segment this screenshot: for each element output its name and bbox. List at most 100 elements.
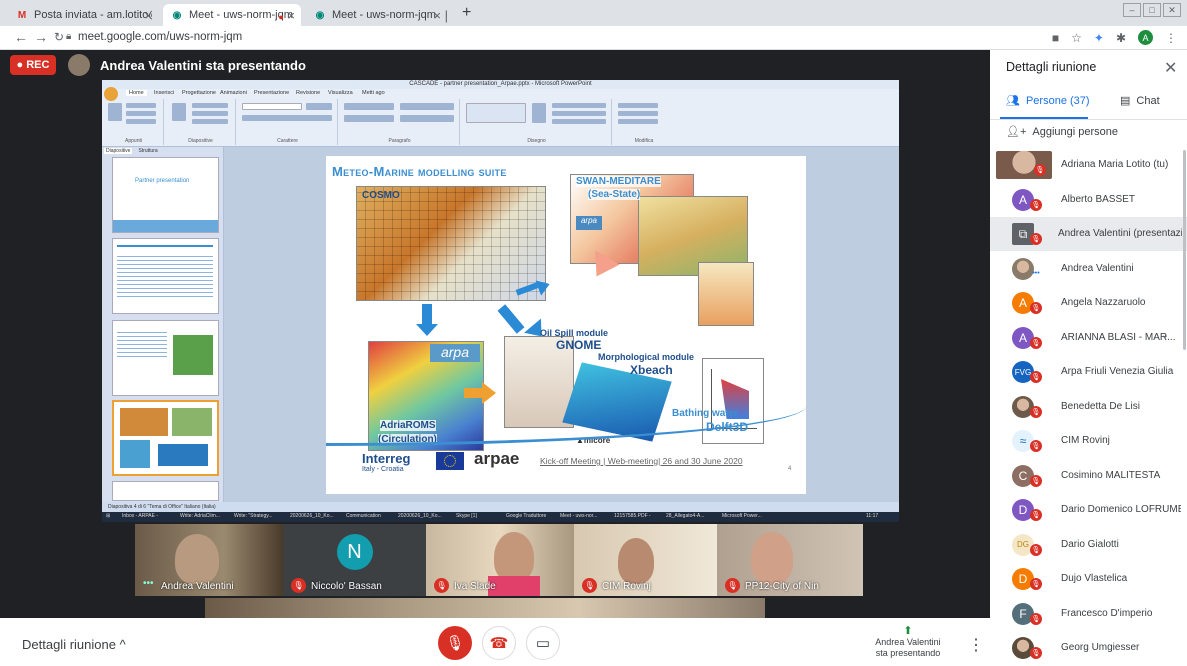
more-options-icon[interactable]: ⋮ bbox=[968, 635, 984, 655]
chevron-down-icon[interactable]: ⌄ bbox=[1161, 330, 1169, 341]
mic-off-icon: 🎙︎ bbox=[1030, 509, 1042, 521]
tab-meet-active[interactable]: ◉ Meet - uws-norm-jqm ● × bbox=[163, 4, 301, 26]
presenting-button[interactable]: ⬆︎ Andrea Valentini sta presentando bbox=[868, 626, 948, 659]
tab-meet[interactable]: ◉ Meet - uws-norm-jqm × | bbox=[306, 4, 456, 26]
close-icon[interactable]: ● × bbox=[278, 8, 295, 23]
participant-row[interactable]: 🎙︎ Adriana Maria Lotito (tu) bbox=[990, 148, 1187, 182]
participant-tile[interactable]: Andrea Valentini ••• bbox=[135, 524, 283, 596]
participant-row[interactable]: C 🎙︎ Cosimino MALITESTA bbox=[990, 459, 1187, 493]
close-icon[interactable]: × bbox=[144, 8, 152, 23]
participant-row[interactable]: ••• Andrea Valentini bbox=[990, 252, 1187, 286]
participant-tile[interactable]: 🎙︎ PP12-City of Nin bbox=[717, 524, 863, 596]
speaking-icon: ••• bbox=[143, 578, 154, 589]
arpae-logo: arpae bbox=[474, 449, 520, 468]
start-icon[interactable]: ⊞ bbox=[106, 513, 110, 521]
mic-off-icon: 🎙︎ bbox=[1030, 543, 1042, 556]
taskbar-item[interactable]: Write: "Strategy... bbox=[234, 513, 273, 521]
taskbar-item[interactable]: Inbox - ARPAE - bbox=[122, 513, 158, 521]
tab-people[interactable]: 👥︎ Persone (37) bbox=[1006, 94, 1090, 108]
participant-row[interactable]: F 🎙︎ Francesco D'imperio bbox=[990, 597, 1187, 631]
taskbar-item[interactable]: Communication bbox=[346, 513, 381, 521]
slide-thumb-2[interactable] bbox=[112, 238, 219, 314]
taskbar-item[interactable]: Microsoft Power... bbox=[722, 513, 762, 521]
taskbar-item[interactable]: 12157585.PDF - bbox=[614, 513, 651, 521]
slide: Meteo-Marine modelling suite COSMO SWAN-… bbox=[326, 156, 806, 494]
slide-thumb-1[interactable]: Partner presentation bbox=[112, 157, 219, 233]
cosmo-map bbox=[356, 186, 546, 301]
participant-tile[interactable]: N 🎙︎ Niccolo' Bassan bbox=[283, 524, 426, 596]
participant-tile[interactable]: 🎙︎ CIM Rovinj bbox=[574, 524, 717, 596]
tab-chat[interactable]: ▤ Chat bbox=[1120, 94, 1160, 108]
participant-row[interactable]: A 🎙︎ Alberto BASSET bbox=[990, 183, 1187, 217]
meeting-details-button[interactable]: Dettagli riunione ^ bbox=[22, 637, 126, 652]
ribbon-group: Appunti bbox=[104, 99, 164, 145]
back-icon[interactable]: ← bbox=[14, 29, 28, 45]
url-field[interactable]: meet.google.com/uws-norm-jqm bbox=[78, 31, 242, 43]
camera-toggle-button[interactable]: ▭ bbox=[526, 626, 560, 660]
reload-icon[interactable]: ↻ bbox=[54, 30, 64, 44]
close-window-button[interactable]: ✕ bbox=[1163, 3, 1181, 17]
taskbar-item[interactable]: 28_Allegato4-A... bbox=[666, 513, 704, 521]
tab-gmail[interactable]: M Posta inviata - am.lotito@regione × bbox=[8, 4, 160, 26]
slide-thumb-4[interactable] bbox=[112, 400, 219, 476]
ribbon-tab: Visualizza bbox=[328, 90, 353, 96]
meeting-footer: Kick-off Meeting | Web-meeting| 26 and 3… bbox=[540, 456, 743, 466]
participant-row[interactable]: A 🎙︎ ARIANNA BLASI - MAR... ⌄ bbox=[990, 321, 1187, 355]
mic-off-icon: 🎙︎ bbox=[1030, 336, 1042, 349]
camera-icon[interactable]: ■ bbox=[1052, 31, 1059, 45]
leave-call-button[interactable]: ☎︎ bbox=[482, 626, 516, 660]
slide-thumb-3[interactable] bbox=[112, 320, 219, 396]
new-tab-button[interactable]: + bbox=[462, 4, 471, 22]
panel-title: Dettagli riunione bbox=[1006, 60, 1097, 74]
participant-name: Angela Nazzaruolo bbox=[1061, 297, 1146, 308]
participant-row[interactable]: DG 🎙︎ Dario Gialotti bbox=[990, 528, 1187, 562]
participant-row[interactable]: D 🎙︎ Dujo Vlastelica bbox=[990, 562, 1187, 596]
participant-row[interactable]: ≈ 🎙︎ CIM Rovinj bbox=[990, 424, 1187, 458]
participant-row[interactable]: 🎙︎ Georg Umgiesser bbox=[990, 631, 1187, 665]
arrow-orange-icon bbox=[464, 388, 482, 398]
scrollbar[interactable] bbox=[1183, 150, 1186, 350]
presenting-title: Andrea Valentini sta presentando bbox=[100, 58, 306, 73]
taskbar-item[interactable]: Write: AdriaClim... bbox=[180, 513, 220, 521]
participant-tile[interactable]: 🎙︎ Iva Slade bbox=[426, 524, 574, 596]
participant-row[interactable]: A 🎙︎ Angela Nazzaruolo bbox=[990, 286, 1187, 320]
star-icon[interactable]: ☆ bbox=[1071, 31, 1082, 45]
arrow-down-icon bbox=[422, 304, 432, 324]
menu-icon[interactable]: ⋮ bbox=[1165, 31, 1177, 45]
profile-avatar[interactable]: A bbox=[1138, 30, 1153, 45]
meet-icon: ◉ bbox=[315, 9, 325, 21]
participant-row[interactable]: D🎙︎Dario Domenico LOFRUMENTO bbox=[990, 493, 1187, 527]
mic-off-icon: 🎙︎ bbox=[1030, 578, 1042, 590]
panel-tab[interactable]: Struttura bbox=[138, 148, 157, 154]
maximize-button[interactable]: □ bbox=[1143, 3, 1161, 17]
tab-label: Meet - uws-norm-jqm bbox=[332, 9, 436, 21]
taskbar-item[interactable]: Meet - uws-nor... bbox=[560, 513, 597, 521]
label-xbeach: Xbeach bbox=[630, 363, 673, 377]
participant-row[interactable]: 🎙︎ Benedetta De Lisi bbox=[990, 390, 1187, 424]
taskbar-clock: 11:17 bbox=[866, 513, 879, 519]
participant-name: Georg Umgiesser bbox=[1061, 642, 1140, 653]
slide-thumb-5[interactable] bbox=[112, 481, 219, 501]
extension-icon[interactable]: ✦ bbox=[1094, 31, 1104, 45]
puzzle-icon[interactable]: ✱ bbox=[1116, 31, 1126, 45]
taskbar-item[interactable]: Skype [1] bbox=[456, 513, 477, 521]
close-icon[interactable]: × | bbox=[433, 8, 448, 23]
label-swan: SWAN-MEDITARE bbox=[576, 176, 661, 187]
mic-off-icon: 🎙︎ bbox=[725, 578, 740, 593]
taskbar-item[interactable]: 20200626_10_Ko... bbox=[290, 513, 334, 521]
forward-icon[interactable]: → bbox=[34, 29, 48, 45]
add-people-button[interactable]: 👤︎+ Aggiungi persone bbox=[1006, 125, 1118, 139]
ppt-ribbon: Home Inserisci Progettazione Animazioni … bbox=[102, 87, 899, 147]
participant-name: Francesco D'imperio bbox=[1061, 607, 1153, 619]
window-controls: – □ ✕ bbox=[1123, 3, 1181, 17]
taskbar-item[interactable]: 20200626_10_Ko... bbox=[398, 513, 442, 521]
minimize-button[interactable]: – bbox=[1123, 3, 1141, 17]
rec-badge: ● REC bbox=[10, 55, 56, 75]
taskbar-item[interactable]: Google Traduttore bbox=[506, 513, 546, 521]
participant-row[interactable]: ⧉🎙︎Andrea Valentini (presentazione) bbox=[990, 217, 1187, 251]
mic-toggle-button[interactable]: 🎙︎ bbox=[438, 626, 472, 660]
participant-row[interactable]: FVG 🎙︎ Arpa Friuli Venezia Giulia bbox=[990, 355, 1187, 389]
ribbon-group: Carattere bbox=[238, 99, 338, 145]
close-icon[interactable]: ✕ bbox=[1164, 58, 1177, 78]
panel-tab[interactable]: Diapositive bbox=[104, 148, 133, 154]
